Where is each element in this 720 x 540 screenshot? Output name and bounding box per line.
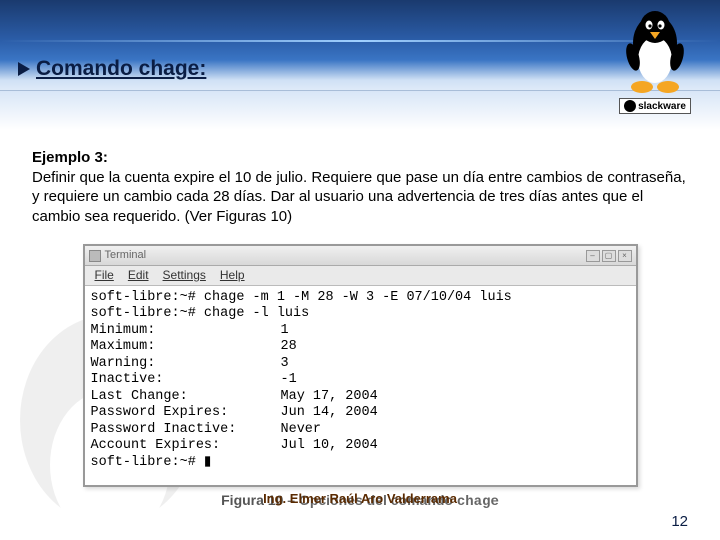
author-credit: Ing. Elmer Raúl Aro Valderrama bbox=[263, 491, 457, 508]
window-title: Terminal bbox=[105, 248, 586, 262]
field-value: Never bbox=[281, 422, 322, 438]
window-menubar: File Edit Settings Help bbox=[85, 266, 636, 286]
term-prompt: soft-libre:~# ▮ bbox=[91, 455, 212, 470]
field-value: -1 bbox=[281, 372, 297, 388]
term-line: soft-libre:~# chage -l luis bbox=[91, 306, 310, 321]
slide: slackware Comando chage: Ejemplo 3: Defi… bbox=[0, 0, 720, 540]
field-label: Warning: bbox=[91, 356, 281, 372]
field-value: 3 bbox=[281, 356, 289, 372]
brand-icon bbox=[624, 100, 636, 112]
field-value: Jul 10, 2004 bbox=[281, 438, 378, 454]
field-label: Account Expires: bbox=[91, 438, 281, 454]
field-label: Maximum: bbox=[91, 339, 281, 355]
menu-settings[interactable]: Settings bbox=[163, 268, 206, 284]
maximize-button[interactable]: ▢ bbox=[602, 250, 616, 262]
example-text: Definir que la cuenta expire el 10 de ju… bbox=[32, 169, 686, 225]
mascot-logo: slackware bbox=[610, 5, 700, 125]
field-value: 1 bbox=[281, 323, 289, 339]
field-value: Jun 14, 2004 bbox=[281, 405, 378, 421]
slide-body: Ejemplo 3: Definir que la cuenta expire … bbox=[32, 148, 688, 511]
close-button[interactable]: × bbox=[618, 250, 632, 262]
field-label: Last Change: bbox=[91, 389, 281, 405]
menu-help[interactable]: Help bbox=[220, 268, 245, 284]
window-app-icon bbox=[89, 250, 101, 262]
field-value: May 17, 2004 bbox=[281, 389, 378, 405]
bullet-icon bbox=[18, 62, 30, 76]
minimize-button[interactable]: – bbox=[586, 250, 600, 262]
menu-file[interactable]: File bbox=[95, 268, 114, 284]
menu-edit[interactable]: Edit bbox=[128, 268, 149, 284]
figure-caption: Figura 10 – Opciones del comando chage I… bbox=[32, 491, 688, 511]
window-titlebar: Terminal – ▢ × bbox=[85, 246, 636, 266]
field-label: Password Inactive: bbox=[91, 422, 281, 438]
example-label: Ejemplo 3: bbox=[32, 149, 108, 166]
brand-badge: slackware bbox=[619, 98, 691, 114]
field-value: 28 bbox=[281, 339, 297, 355]
field-label: Inactive: bbox=[91, 372, 281, 388]
term-line: soft-libre:~# chage -m 1 -M 28 -W 3 -E 0… bbox=[91, 290, 512, 305]
caption-command: chage bbox=[457, 494, 499, 510]
terminal-output: soft-libre:~# chage -m 1 -M 28 -W 3 -E 0… bbox=[85, 286, 636, 485]
field-label: Minimum: bbox=[91, 323, 281, 339]
field-label: Password Expires: bbox=[91, 405, 281, 421]
terminal-window: Terminal – ▢ × File Edit Settings Help s… bbox=[83, 244, 638, 487]
brand-text: slackware bbox=[638, 101, 686, 112]
slide-title: Comando chage: bbox=[18, 57, 206, 81]
page-number: 12 bbox=[671, 513, 688, 530]
title-text: Comando chage: bbox=[36, 57, 206, 81]
